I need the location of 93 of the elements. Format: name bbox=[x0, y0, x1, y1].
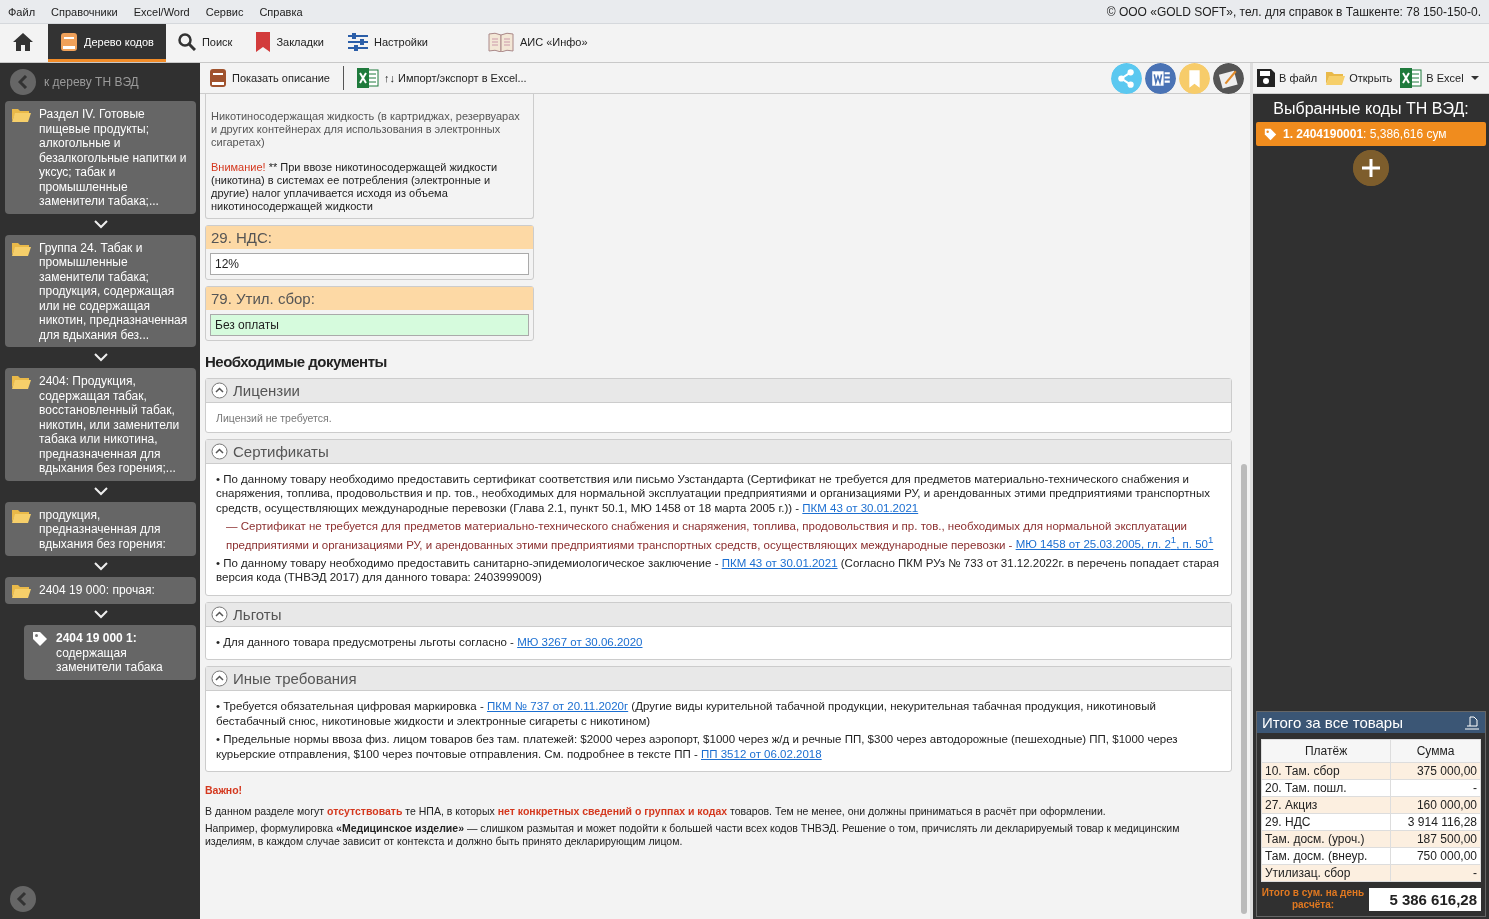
folder-icon bbox=[1325, 70, 1346, 86]
column-header: Платёж bbox=[1261, 739, 1391, 763]
requirement-text: • Требуется обязательная цифровая маркировка - ПКМ № 737 от 20.11.2020г (Другие виды курительной табачной продукции, некурительная табачная продукция, никотиновый бестабачный снюс, никотиновые жидкости и электронные сигареты с никотином) bbox=[216, 699, 1157, 729]
table-cell: Там. досм. (внеур. bbox=[1261, 847, 1391, 865]
notice-text: В данном разделе могут отсутствовать те НПА, в которых нет конкретных сведений о группах и кодах товаров. Тем не менее, они должны приниматься в расчёт при оформлении. bbox=[205, 805, 1107, 819]
tree-node[interactable]: 2404 19 000: прочая: bbox=[5, 577, 196, 604]
sliders-icon bbox=[348, 32, 368, 51]
bookmark-icon bbox=[256, 31, 271, 52]
section-header[interactable]: Сертификаты bbox=[206, 439, 1231, 464]
total-value: 5 386 616,28 bbox=[1369, 887, 1481, 911]
chevron-down-icon[interactable] bbox=[93, 610, 108, 619]
chevron-up-icon bbox=[211, 605, 228, 623]
chevron-left-icon bbox=[18, 75, 28, 89]
notice-title: Важно! bbox=[205, 784, 244, 798]
requirement-text: • Предельные нормы ввоза физ. лицом товаров без там. платежей: $2000 через аэропорт, $1000 через ж/д и речные ПП, $300 через автодорожные (пешеходные) ПП, $1000 через курьерские отправления, $100 через почтовые отправления. См. подробнее в тексте ПП - ПП 3512 от 06.02.2018 bbox=[216, 732, 1179, 762]
note-text: — Сертификат не требуется для предметов материально-технического снабжения и снаряжения, топлива, продовольствия и пр. тов., необходимых для нормальной эксплуатации предприятиями и организациями РУ, и арендованных этими предприятиями транспортных средств, осуществляющих международные перевозки - МЮ 1458 от 25.03.2005, гл. 2$^{1}$, п. 50$^{1}$ bbox=[225, 519, 1215, 552]
tab[interactable]: Настройки bbox=[336, 24, 440, 62]
toolbar-button[interactable]: В файл bbox=[1255, 67, 1320, 89]
section-header[interactable]: Иные требования bbox=[206, 667, 1231, 692]
tab[interactable]: АИС «Инфо» bbox=[475, 24, 600, 62]
open-book-icon bbox=[487, 31, 514, 52]
chevron-up-icon bbox=[211, 442, 228, 460]
tree-node[interactable]: Группа 24. Табак и промышленные заменители табака; продукция, содержащая или не содержащая никотин, предназначенная для вдыхания без... bbox=[5, 234, 196, 347]
tree-node[interactable]: продукция, предназначенная для вдыхания без горения: bbox=[5, 501, 196, 556]
section-header[interactable]: Лицензии bbox=[206, 379, 1231, 403]
tree-node[interactable]: 2404 19 000 1: содержащая заменители табака bbox=[24, 625, 196, 680]
rate-title: 29. НДС: bbox=[206, 226, 533, 249]
word-button[interactable] bbox=[1145, 62, 1176, 94]
menu-item[interactable]: Excel/Word bbox=[133, 5, 190, 18]
menu-item[interactable]: Справка bbox=[259, 5, 303, 18]
table-cell: - bbox=[1390, 779, 1481, 797]
folder-icon bbox=[11, 107, 31, 123]
total-label: Итого в сум. на день расчёта: bbox=[1261, 887, 1365, 911]
column-header: Сумма bbox=[1390, 739, 1481, 763]
document-link[interactable]: ПКМ 43 от 30.01.2021 bbox=[802, 501, 919, 514]
chevron-up-icon bbox=[211, 670, 228, 688]
chevron-down-icon[interactable] bbox=[93, 219, 108, 229]
requirement-text: • Для данного товара предусмотрены льготы согласно - МЮ 3267 от 30.06.2020 bbox=[216, 634, 644, 650]
book-icon bbox=[209, 68, 227, 88]
requirement-text: • По данному товару необходимо предоставить сертификат соответствия или письмо Узстандарта (Сертификат не требуется для предметов материально-технического снабжения и снаряжения, топлива, продовольствия и пр. тов., необходимых для нормальной эксплуатации предприятиями и организациями РУ, и арендованных этими предприятиями транспортных средств, осуществляющих международные перевозки (Глава 2.1, пункт 50.1, МЮ 1458 от 18 марта 2005 г.)) - ПКМ 43 от 30.01.2021 bbox=[216, 471, 1211, 515]
export-icon[interactable] bbox=[1464, 715, 1480, 730]
chevron-up-icon bbox=[211, 382, 228, 399]
excel-icon bbox=[1400, 68, 1423, 88]
menu-item[interactable]: Файл bbox=[8, 5, 36, 18]
add-button[interactable] bbox=[1353, 150, 1389, 186]
import-export-button[interactable]: ↑↓ Импорт/экспорт в Excel... bbox=[354, 66, 530, 90]
toolbar-button[interactable]: Открыть bbox=[1323, 68, 1395, 88]
folder-icon bbox=[11, 583, 31, 599]
folder-icon bbox=[11, 240, 31, 257]
table-cell: 3 914 116,28 bbox=[1390, 813, 1481, 831]
document-link[interactable]: МЮ 3267 от 30.06.2020 bbox=[517, 635, 643, 648]
chevron-down-icon[interactable] bbox=[93, 562, 108, 571]
table-cell: 29. НДС bbox=[1261, 813, 1391, 831]
show-description-button[interactable]: Показать описание bbox=[206, 66, 333, 90]
chevron-down-icon[interactable] bbox=[93, 486, 108, 496]
chevron-down-icon[interactable] bbox=[93, 353, 108, 362]
folder-icon bbox=[11, 507, 31, 524]
tag-icon bbox=[32, 631, 48, 647]
menu-item[interactable]: Сервис bbox=[205, 5, 244, 18]
section-heading: Необходимые документы bbox=[205, 353, 388, 370]
warning-text: Внимание! ** При ввозе никотиносодержащей жидкости (никотина) в системах ее потребления (электронные и другие) налог уплачивается исходя из объема никотиносодержащей жидкости bbox=[211, 161, 499, 213]
tree-node[interactable]: Раздел IV. Готовые пищевые продукты; алкогольные и безалкогольные напитки и уксус; табак и промышленные заменители табака;... bbox=[5, 101, 196, 214]
rate-title: 79. Утил. сбор: bbox=[206, 287, 533, 310]
toolbar-button[interactable]: В Excel bbox=[1398, 66, 1481, 90]
copyright-text: © ООО «GOLD SOFT», тел. для справок в Ташкенте: 78 150-150-0. bbox=[1106, 4, 1481, 19]
save-icon bbox=[1257, 69, 1275, 87]
panel-title: Выбранные коды ТН ВЭД: bbox=[1272, 99, 1470, 119]
requirement-text: • По данному товару необходимо предоставить санитарно-эпидемиологическое заключение - ПКМ 43 от 30.01.2021 (Согласно ПКМ РУз № 733 от 31.12.2022г. в перечень попадает старая версия кода (ТНВЭД 2017) для данного товара: 2403999009) bbox=[216, 555, 1220, 585]
description-text: Никотиносодержащая жидкость (в картриджах, резервуарах и других контейнерах для использования в электронных сигаретах) bbox=[211, 110, 521, 149]
search-icon bbox=[177, 32, 196, 51]
table-cell: 750 000,00 bbox=[1390, 847, 1481, 865]
document-link[interactable]: ПКМ № 737 от 20.11.2020г bbox=[487, 700, 629, 713]
document-link[interactable]: МЮ 1458 от 25.03.2005, гл. 2$^{1}$, п. 50$^{1}$ bbox=[1015, 538, 1214, 551]
notice-text: Например, формулировка «Медицинское изделие» — слишком размытая и может подойти к большей части всех кодов ТНВЭД. Решение о том, причислять ли декларируемый товар к медицинским изделиям, в каждом случае зависит от контекста и должно быть принято декларирующим лицом. bbox=[205, 822, 1181, 849]
document-link[interactable]: ПП 3512 от 06.02.2018 bbox=[701, 747, 822, 760]
folder-icon bbox=[11, 374, 31, 390]
tab[interactable]: Закладки bbox=[244, 24, 336, 62]
tab[interactable]: Поиск bbox=[165, 24, 245, 62]
excel-icon bbox=[357, 68, 379, 88]
rate-field: Без оплаты bbox=[210, 314, 529, 336]
tab[interactable]: Дерево кодов bbox=[48, 24, 166, 62]
home-icon bbox=[12, 31, 34, 52]
totals-title: Итого за все товары bbox=[1262, 714, 1403, 731]
rate-field: 12% bbox=[210, 253, 529, 275]
section-header[interactable]: Льготы bbox=[206, 602, 1231, 627]
back-to-tree-button[interactable]: к дереву ТН ВЭД bbox=[5, 63, 196, 101]
edit-button[interactable] bbox=[1213, 62, 1244, 94]
book-icon bbox=[60, 31, 78, 52]
menu-item[interactable]: Справочники bbox=[51, 5, 118, 18]
table-cell: 20. Там. пошл. bbox=[1261, 779, 1391, 797]
empty-message: Лицензий не требуется. bbox=[216, 411, 333, 426]
tree-node[interactable]: 2404: Продукция, содержащая табак, восстановленный табак, никотин, или заменители табака или никотина, предназначенная для вдыхания без горения;... bbox=[5, 368, 196, 481]
document-link[interactable]: ПКМ 43 от 30.01.2021 bbox=[721, 556, 838, 569]
